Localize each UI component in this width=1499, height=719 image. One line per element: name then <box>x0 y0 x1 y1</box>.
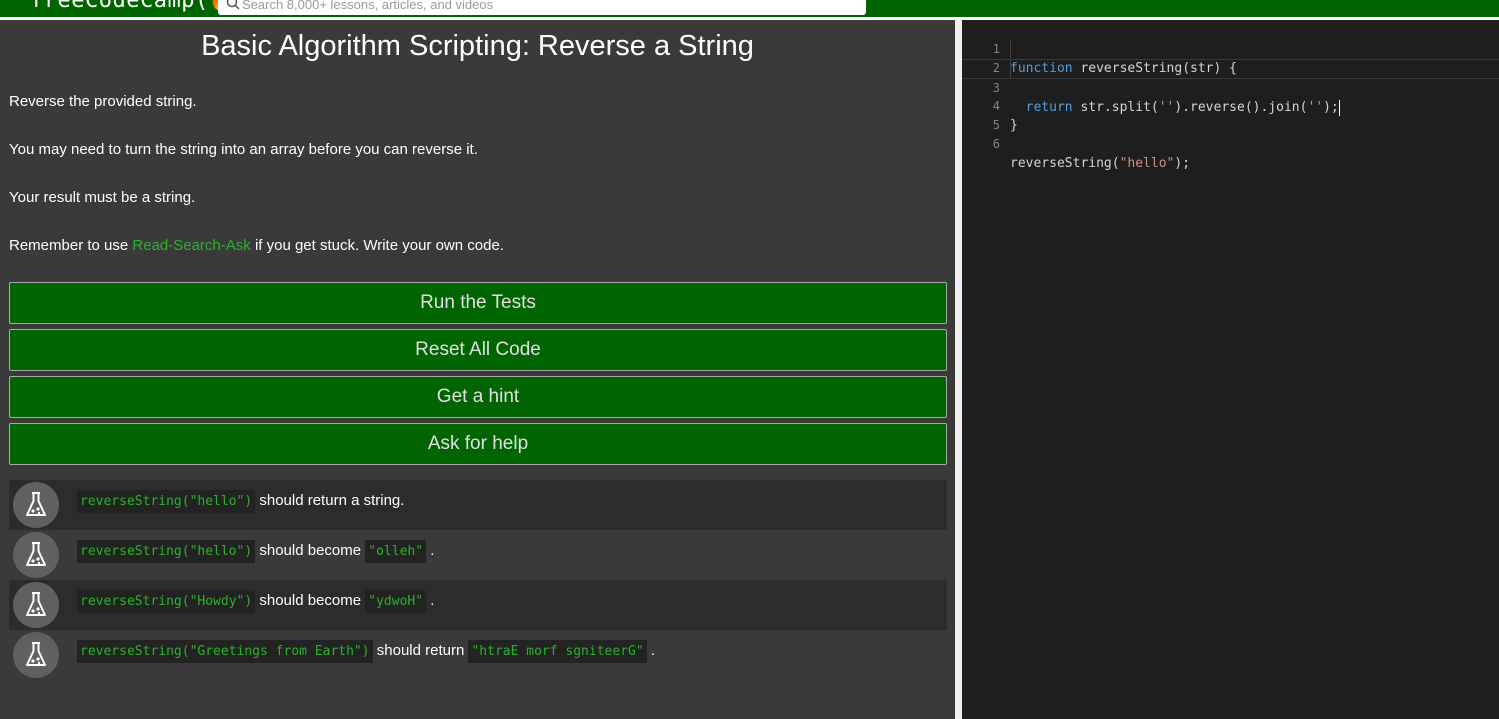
test-tail: . <box>426 592 435 609</box>
test-text: should become <box>255 542 366 559</box>
test-row: reverseString("hello") should become "ol… <box>9 530 947 580</box>
description-paragraph: Reverse the provided string. <box>9 93 197 110</box>
test-code: reverseString("Howdy") <box>77 590 256 613</box>
test-expected: "htraE morf sgniteerG" <box>468 640 647 663</box>
code-text: reverseString("hello"); <box>1010 154 1190 173</box>
paragraph-text: if you get stuck. Write your own code. <box>250 237 504 254</box>
code-token: reverseString( <box>1010 156 1120 171</box>
challenge-title: Basic Algorithm Scripting: Reverse a Str… <box>201 30 754 62</box>
challenge-panel: Basic Algorithm Scripting: Reverse a Str… <box>0 20 955 719</box>
test-description: reverseString("hello") should return a s… <box>77 490 405 513</box>
flask-icon <box>13 532 59 578</box>
code-token: ); <box>1174 156 1191 171</box>
read-search-ask-link[interactable]: Read-Search-Ask <box>132 237 250 254</box>
ask-help-button[interactable]: Ask for help <box>9 423 947 465</box>
reset-code-button[interactable]: Reset All Code <box>9 329 947 371</box>
code-line[interactable]: 5 <box>962 97 1499 132</box>
panel-resizer[interactable] <box>955 20 962 719</box>
search-icon <box>226 0 240 10</box>
run-tests-button[interactable]: Run the Tests <box>9 282 947 324</box>
test-description: reverseString("Greetings from Earth") sh… <box>77 640 656 663</box>
code-line[interactable]: 6 reverseString("hello"); <box>962 116 1499 171</box>
flask-icon <box>13 582 59 628</box>
code-line[interactable]: 1 function reverseString(str) { <box>962 21 1499 76</box>
test-code: reverseString("hello") <box>77 540 256 563</box>
test-code: reverseString("hello") <box>77 490 256 513</box>
search-box[interactable] <box>218 0 866 15</box>
description-paragraph: Remember to use Read-Search-Ask if you g… <box>9 237 504 254</box>
description-paragraph: You may need to turn the string into an … <box>9 141 478 158</box>
test-tail: . <box>426 542 435 559</box>
code-line[interactable]: 2 <box>962 40 1499 75</box>
get-hint-button[interactable]: Get a hint <box>9 376 947 418</box>
search-input[interactable] <box>242 0 842 14</box>
test-description: reverseString("Howdy") should become "yd… <box>77 590 435 613</box>
test-text: should return a string. <box>255 492 405 509</box>
test-expected: "ydwoH" <box>365 590 427 613</box>
code-line-current[interactable]: 3 return str.split('').reverse().join(''… <box>962 59 1499 116</box>
paragraph-text: Remember to use <box>9 237 133 254</box>
flask-icon <box>13 632 59 678</box>
test-expected: "olleh" <box>365 540 427 563</box>
test-row: reverseString("Greetings from Earth") sh… <box>9 630 947 680</box>
description-paragraph: Your result must be a string. <box>9 189 196 206</box>
test-text: should return <box>372 642 469 659</box>
code-line[interactable]: 4 } <box>962 78 1499 133</box>
test-code: reverseString("Greetings from Earth") <box>77 640 373 663</box>
top-nav: freeCodeCamp(🔥) <box>0 0 1499 17</box>
test-row: reverseString("Howdy") should become "yd… <box>9 580 947 630</box>
test-row: reverseString("hello") should return a s… <box>9 480 947 530</box>
string-literal: "hello" <box>1119 156 1175 171</box>
code-editor[interactable]: 1 function reverseString(str) { 2 3 retu… <box>962 20 1499 719</box>
test-description: reverseString("hello") should become "ol… <box>77 540 435 563</box>
test-text: should become <box>255 592 366 609</box>
line-number: 6 <box>992 137 1000 151</box>
flask-icon <box>13 482 59 528</box>
test-tail: . <box>646 642 656 659</box>
